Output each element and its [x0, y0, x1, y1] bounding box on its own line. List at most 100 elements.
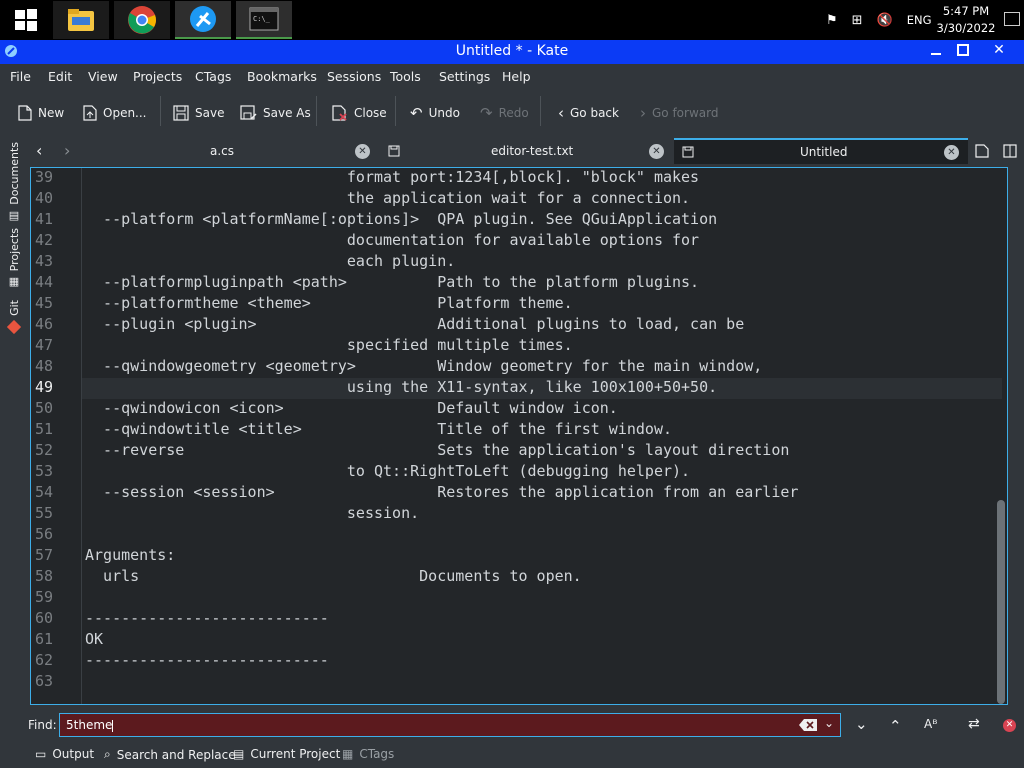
search-replace-label: Search and Replace — [116, 747, 236, 762]
menu-file[interactable]: File — [10, 69, 31, 84]
line-number: 48 — [34, 357, 53, 375]
line-number: 41 — [34, 210, 53, 228]
code-line: urls Documents to open. — [85, 567, 582, 585]
save-button[interactable]: Save — [173, 104, 224, 122]
menu-view[interactable]: View — [88, 69, 118, 84]
code-line: --qwindowicon <icon> Default window icon… — [85, 399, 618, 417]
code-line: Arguments: — [85, 546, 176, 564]
close-document-icon — [332, 105, 347, 121]
new-button[interactable]: New — [18, 104, 64, 122]
sidebar-documents-label: Documents — [7, 142, 21, 205]
save-as-icon — [240, 105, 257, 120]
taskbar-chrome[interactable] — [114, 1, 170, 39]
line-number: 47 — [34, 336, 53, 354]
close-icon: ✕ — [993, 42, 1005, 58]
menu-edit[interactable]: Edit — [48, 69, 72, 84]
menu-tools[interactable]: Tools — [390, 69, 421, 84]
taskbar-terminal[interactable]: C:\_ — [236, 1, 292, 39]
network-icon[interactable]: ⊞ — [852, 13, 863, 28]
menu-bar: File Edit View Projects CTags Bookmarks … — [0, 64, 1024, 88]
svg-text:C:\_: C:\_ — [253, 15, 271, 23]
split-view-icon[interactable] — [1003, 144, 1017, 158]
find-bar: Find: 5theme ⌄ ⌄ ⌃ Aᴮ ⇄ ✕ — [0, 708, 1024, 742]
document-tab-bar: ‹ › a.cs ✕ editor-test.txt ✕ Untitled ✕ — [28, 136, 1024, 166]
minimize-button[interactable] — [921, 40, 951, 60]
new-tab-icon[interactable] — [975, 144, 989, 158]
flag-icon[interactable]: ⚑ — [826, 13, 838, 28]
sidebar-tab-projects[interactable]: Projects ▦ — [2, 228, 26, 288]
windows-taskbar: C:\_ ⚑ ⊞ 🔇 ENG 5:47 PM 3/30/2022 — [0, 0, 1024, 40]
line-number: 44 — [34, 273, 53, 291]
line-number: 63 — [34, 672, 53, 690]
tab-close-icon[interactable]: ✕ — [355, 143, 370, 159]
sidebar-projects-label: Projects — [7, 228, 21, 272]
current-project-tab[interactable]: ▤ Current Project — [233, 747, 340, 761]
tab-a-cs[interactable]: a.cs ✕ — [82, 138, 376, 164]
code-line: --------------------------- — [85, 609, 329, 627]
tab-close-icon[interactable]: ✕ — [944, 144, 959, 160]
vertical-scrollbar[interactable] — [997, 178, 1005, 704]
undo-button[interactable]: ↶ Undo — [410, 104, 460, 122]
code-line: --qwindowtitle <title> Title of the firs… — [85, 420, 672, 438]
menu-settings[interactable]: Settings — [439, 69, 490, 84]
taskbar-file-explorer[interactable] — [53, 1, 109, 39]
go-forward-button[interactable]: › Go forward — [640, 104, 718, 122]
line-number: 61 — [34, 630, 53, 648]
find-history-dropdown-icon[interactable]: ⌄ — [824, 716, 834, 730]
tab-untitled[interactable]: Untitled ✕ — [674, 138, 968, 164]
find-input[interactable]: 5theme — [59, 713, 841, 737]
notification-icon[interactable] — [1004, 12, 1020, 26]
language-indicator[interactable]: ENG — [907, 13, 932, 27]
search-replace-tab[interactable]: ⌕ Search and Replace — [104, 747, 236, 762]
output-tab[interactable]: ▭ Output — [35, 747, 94, 761]
toolbar-separator — [395, 96, 396, 126]
line-number: 43 — [34, 252, 53, 270]
save-as-button[interactable]: Save As — [240, 104, 311, 122]
redo-button[interactable]: ↷ Redo — [480, 104, 529, 122]
search-icon: ⌕ — [104, 747, 111, 761]
menu-sessions[interactable]: Sessions — [327, 69, 381, 84]
line-number: 54 — [34, 483, 53, 501]
tab-editor-test[interactable]: editor-test.txt ✕ — [380, 138, 670, 164]
code-line: --platformpluginpath <path> Path to the … — [85, 273, 700, 291]
switch-to-replace-icon[interactable]: ⇄ — [968, 716, 980, 732]
find-previous-icon[interactable]: ⌃ — [889, 717, 902, 735]
tab-scroll-left-icon[interactable]: ‹ — [36, 141, 42, 160]
scrollbar-thumb[interactable] — [997, 500, 1005, 704]
undo-icon: ↶ — [410, 104, 423, 122]
menu-projects[interactable]: Projects — [133, 69, 182, 84]
volume-muted-icon[interactable]: 🔇 — [877, 13, 893, 28]
code-editor[interactable]: 39 40 41 42 43 44 45 46 47 48 49 50 51 52 53 54 55 56 57 58… — [30, 167, 1008, 705]
close-doc-button[interactable]: Close — [332, 104, 387, 122]
ctags-tab[interactable]: ▦ CTags — [342, 747, 394, 761]
chevron-right-icon: › — [640, 104, 646, 122]
clear-text-icon[interactable] — [799, 719, 817, 731]
start-button[interactable] — [0, 0, 52, 40]
line-number-gutter: 39 40 41 42 43 44 45 46 47 48 49 50 51 52 53 54 55 56 57 58… — [31, 168, 82, 704]
tab-close-icon[interactable]: ✕ — [649, 143, 664, 159]
find-next-icon[interactable]: ⌄ — [855, 715, 868, 733]
taskbar-kate[interactable] — [175, 1, 231, 39]
menu-help[interactable]: Help — [502, 69, 531, 84]
open-file-icon — [83, 105, 97, 121]
line-number: 62 — [34, 651, 53, 669]
taskbar-clock[interactable]: 5:47 PM 3/30/2022 — [936, 3, 996, 37]
code-line: each plugin. — [85, 252, 456, 270]
tab-scroll-right-icon[interactable]: › — [64, 141, 70, 160]
code-line: specified multiple times. — [85, 336, 573, 354]
menu-bookmarks[interactable]: Bookmarks — [247, 69, 317, 84]
windows-logo-icon — [15, 9, 37, 31]
close-window-button[interactable]: ✕ — [984, 40, 1014, 60]
find-options-icon[interactable]: Aᴮ — [924, 717, 937, 731]
code-line: --platformtheme <theme> Platform theme. — [85, 294, 573, 312]
output-icon: ▭ — [35, 747, 47, 761]
line-number: 59 — [34, 588, 53, 606]
go-back-button[interactable]: ‹ Go back — [558, 104, 619, 122]
sidebar-tab-git[interactable]: Git — [2, 300, 26, 334]
code-line: to Qt::RightToLeft (debugging helper). — [85, 462, 691, 480]
sidebar-tab-documents[interactable]: Documents ▤ — [2, 142, 26, 222]
close-find-bar-icon[interactable]: ✕ — [1003, 719, 1016, 732]
maximize-button[interactable] — [948, 40, 978, 60]
open-button[interactable]: Open... — [83, 104, 147, 122]
menu-ctags[interactable]: CTags — [195, 69, 231, 84]
